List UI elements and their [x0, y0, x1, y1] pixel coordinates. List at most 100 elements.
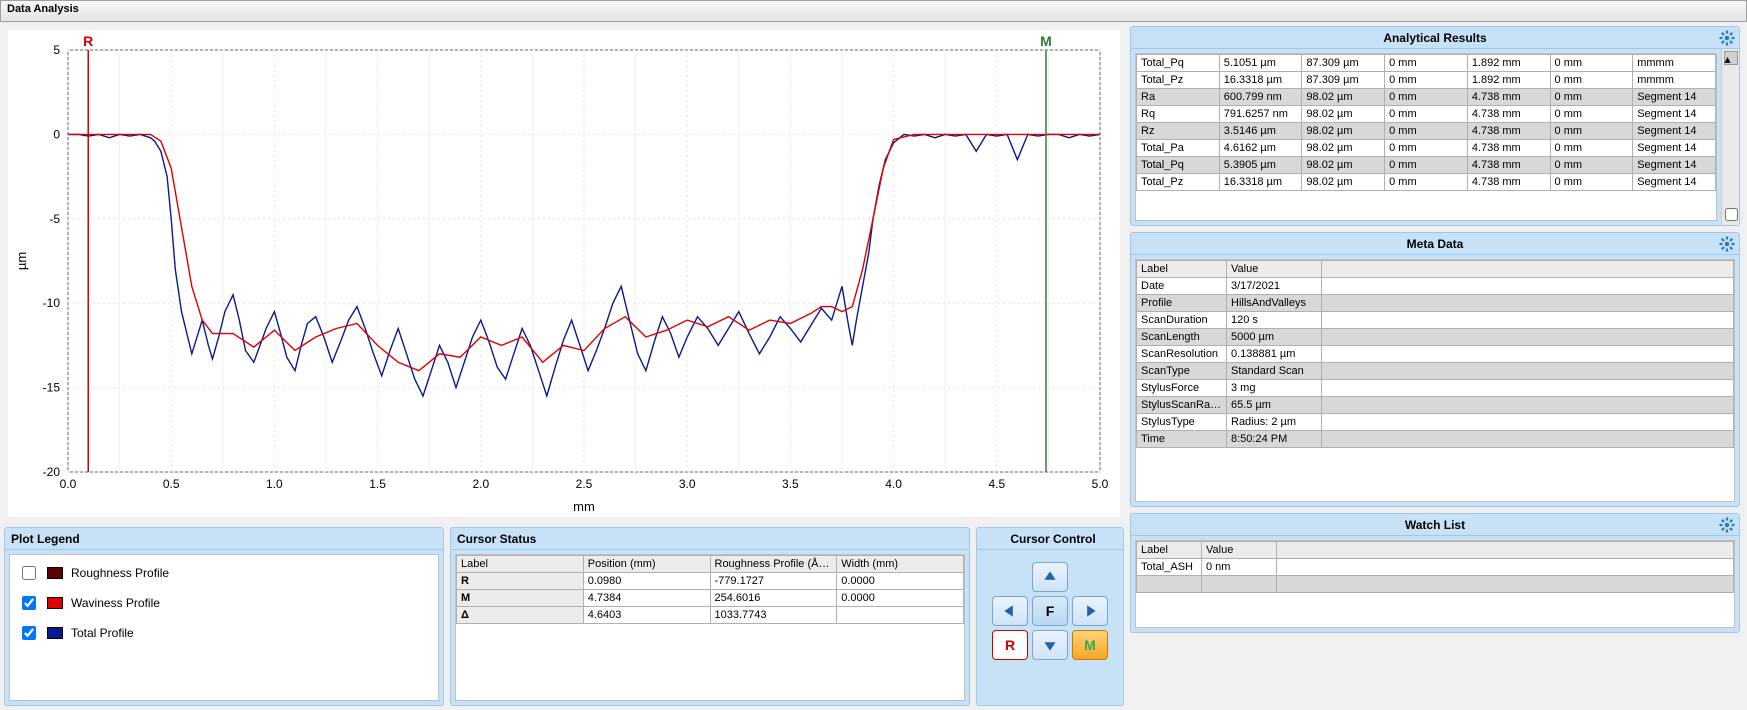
table-row[interactable]: ProfileHillsAndValleys — [1137, 295, 1734, 312]
cursor-status-title: Cursor Status — [457, 532, 536, 546]
table-row[interactable]: Date3/17/2021 — [1137, 278, 1734, 295]
legend-swatch-icon — [47, 597, 63, 609]
table-cell: StylusForce — [1137, 380, 1227, 397]
svg-text:-10: -10 — [43, 296, 61, 310]
table-row[interactable]: Total_Pa4.6162 µm98.02 µm0 mm4.738 mm0 m… — [1137, 140, 1716, 157]
svg-text:3.5: 3.5 — [782, 477, 799, 491]
table-cell: ScanDuration — [1137, 312, 1227, 329]
legend-item[interactable]: Total Profile — [18, 623, 430, 643]
column-header[interactable]: Value — [1227, 261, 1322, 278]
table-cell — [837, 607, 964, 624]
analytical-results-scrollbar[interactable]: ▴ — [1721, 49, 1739, 225]
table-row[interactable]: StylusTypeRadius: 2 µm — [1137, 414, 1734, 431]
cursor-m-label: M — [1084, 637, 1096, 653]
cursor-fast-label: F — [1046, 603, 1055, 619]
column-header[interactable]: Label — [1137, 261, 1227, 278]
table-row[interactable]: ScanDuration120 s — [1137, 312, 1734, 329]
table-row[interactable]: Total_ASH0 nm — [1137, 559, 1734, 576]
legend-label: Roughness Profile — [71, 566, 169, 580]
watch-list-table[interactable]: LabelValueTotal_ASH0 nm — [1136, 541, 1734, 593]
table-row[interactable]: StylusForce3 mg — [1137, 380, 1734, 397]
table-cell: 4.6403 — [583, 607, 710, 624]
svg-text:-15: -15 — [43, 381, 61, 395]
table-cell: Rz — [1137, 123, 1220, 140]
legend-item[interactable]: Waviness Profile — [18, 593, 430, 613]
table-cell: 0 nm — [1202, 559, 1277, 576]
table-cell: 65.5 µm — [1227, 397, 1322, 414]
cursor-m-button[interactable]: M — [1072, 630, 1108, 660]
table-row[interactable]: ScanResolution0.138881 µm — [1137, 346, 1734, 363]
scroll-up-icon[interactable]: ▴ — [1724, 51, 1738, 65]
table-cell: 0 mm — [1550, 106, 1633, 123]
analytical-results-panel: Analytical Results Total_Pq5.1051 µm87.3… — [1130, 26, 1740, 226]
table-row[interactable]: Total_Pq5.3905 µm98.02 µm0 mm4.738 mm0 m… — [1137, 157, 1716, 174]
svg-text:mm: mm — [573, 499, 595, 514]
chart-panel: 0.00.51.01.52.02.53.03.54.04.55.050-5-10… — [4, 26, 1124, 521]
table-row[interactable]: Δ4.64031033.7743 — [457, 607, 964, 624]
legend-item[interactable]: Roughness Profile — [18, 563, 430, 583]
table-cell: 0 mm — [1385, 123, 1468, 140]
table-cell: Rq — [1137, 106, 1220, 123]
meta-data-table[interactable]: LabelValueDate3/17/2021ProfileHillsAndVa… — [1136, 260, 1734, 448]
svg-text:1.0: 1.0 — [266, 477, 283, 491]
analytical-results-table[interactable]: Total_Pq5.1051 µm87.309 µm0 mm1.892 mm0 … — [1136, 54, 1716, 191]
table-row[interactable]: Rq791.6257 nm98.02 µm0 mm4.738 mm0 mmSeg… — [1137, 106, 1716, 123]
meta-data-settings-icon[interactable] — [1718, 235, 1736, 253]
column-header[interactable]: Width (mm) — [837, 556, 964, 573]
table-cell: 0 mm — [1385, 89, 1468, 106]
table-row[interactable]: Rz3.5146 µm98.02 µm0 mm4.738 mm0 mmSegme… — [1137, 123, 1716, 140]
cursor-up-button[interactable] — [1032, 562, 1068, 592]
table-cell: 0 mm — [1385, 55, 1468, 72]
table-cell: Δ — [457, 607, 584, 624]
legend-checkbox[interactable] — [22, 566, 36, 580]
watch-list-settings-icon[interactable] — [1718, 516, 1736, 534]
legend-checkbox[interactable] — [22, 626, 36, 640]
column-header[interactable]: Label — [457, 556, 584, 573]
table-cell: Total_Pz — [1137, 72, 1220, 89]
cursor-status-table[interactable]: LabelPosition (mm)Roughness Profile (Å)W… — [456, 555, 964, 624]
svg-text:3.0: 3.0 — [679, 477, 696, 491]
window-title-bar: Data Analysis — [0, 0, 1747, 22]
table-cell: 5.1051 µm — [1219, 55, 1302, 72]
table-row[interactable]: R0.0980-779.17270.0000 — [457, 573, 964, 590]
cursor-r-button[interactable]: R — [992, 630, 1028, 660]
table-cell: 4.738 mm — [1467, 157, 1550, 174]
table-row[interactable]: Total_Pq5.1051 µm87.309 µm0 mm1.892 mm0 … — [1137, 55, 1716, 72]
table-row[interactable]: Time8:50:24 PM — [1137, 431, 1734, 448]
table-row[interactable]: StylusScanRange65.5 µm — [1137, 397, 1734, 414]
legend-checkbox[interactable] — [22, 596, 36, 610]
table-cell: Date — [1137, 278, 1227, 295]
table-cell: 120 s — [1227, 312, 1322, 329]
column-header[interactable]: Position (mm) — [583, 556, 710, 573]
analytical-results-checkbox[interactable] — [1725, 208, 1738, 221]
svg-text:1.5: 1.5 — [369, 477, 386, 491]
table-cell: 0 mm — [1385, 174, 1468, 191]
table-row[interactable] — [1137, 576, 1734, 593]
cursor-control-title: Cursor Control — [1010, 532, 1095, 546]
table-cell: 4.738 mm — [1467, 106, 1550, 123]
table-cell: 0.0000 — [837, 590, 964, 607]
legend-label: Waviness Profile — [71, 596, 160, 610]
table-cell: 4.738 mm — [1467, 123, 1550, 140]
cursor-right-button[interactable] — [1072, 596, 1108, 626]
analytical-results-settings-icon[interactable] — [1718, 29, 1736, 47]
table-cell: Segment 14 — [1633, 89, 1716, 106]
cursor-fast-button[interactable]: F — [1032, 596, 1068, 626]
table-cell: mmmm — [1633, 72, 1716, 89]
cursor-status-panel: Cursor Status LabelPosition (mm)Roughnes… — [450, 527, 970, 706]
table-row[interactable]: ScanLength5000 µm — [1137, 329, 1734, 346]
table-row[interactable]: Total_Pz16.3318 µm87.309 µm0 mm1.892 mm0… — [1137, 72, 1716, 89]
cursor-left-button[interactable] — [992, 596, 1028, 626]
cursor-down-button[interactable] — [1032, 630, 1068, 660]
column-header[interactable]: Roughness Profile (Å) — [710, 556, 837, 573]
column-header[interactable]: Value — [1202, 542, 1277, 559]
table-cell: 16.3318 µm — [1219, 72, 1302, 89]
table-row[interactable]: Total_Pz16.3318 µm98.02 µm0 mm4.738 mm0 … — [1137, 174, 1716, 191]
table-row[interactable]: M4.7384254.60160.0000 — [457, 590, 964, 607]
table-row[interactable]: ScanTypeStandard Scan — [1137, 363, 1734, 380]
column-header[interactable]: Label — [1137, 542, 1202, 559]
table-cell: -779.1727 — [710, 573, 837, 590]
window-title: Data Analysis — [7, 3, 79, 15]
profile-chart[interactable]: 0.00.51.01.52.02.53.03.54.04.55.050-5-10… — [8, 30, 1120, 517]
table-row[interactable]: Ra600.799 nm98.02 µm0 mm4.738 mm0 mmSegm… — [1137, 89, 1716, 106]
